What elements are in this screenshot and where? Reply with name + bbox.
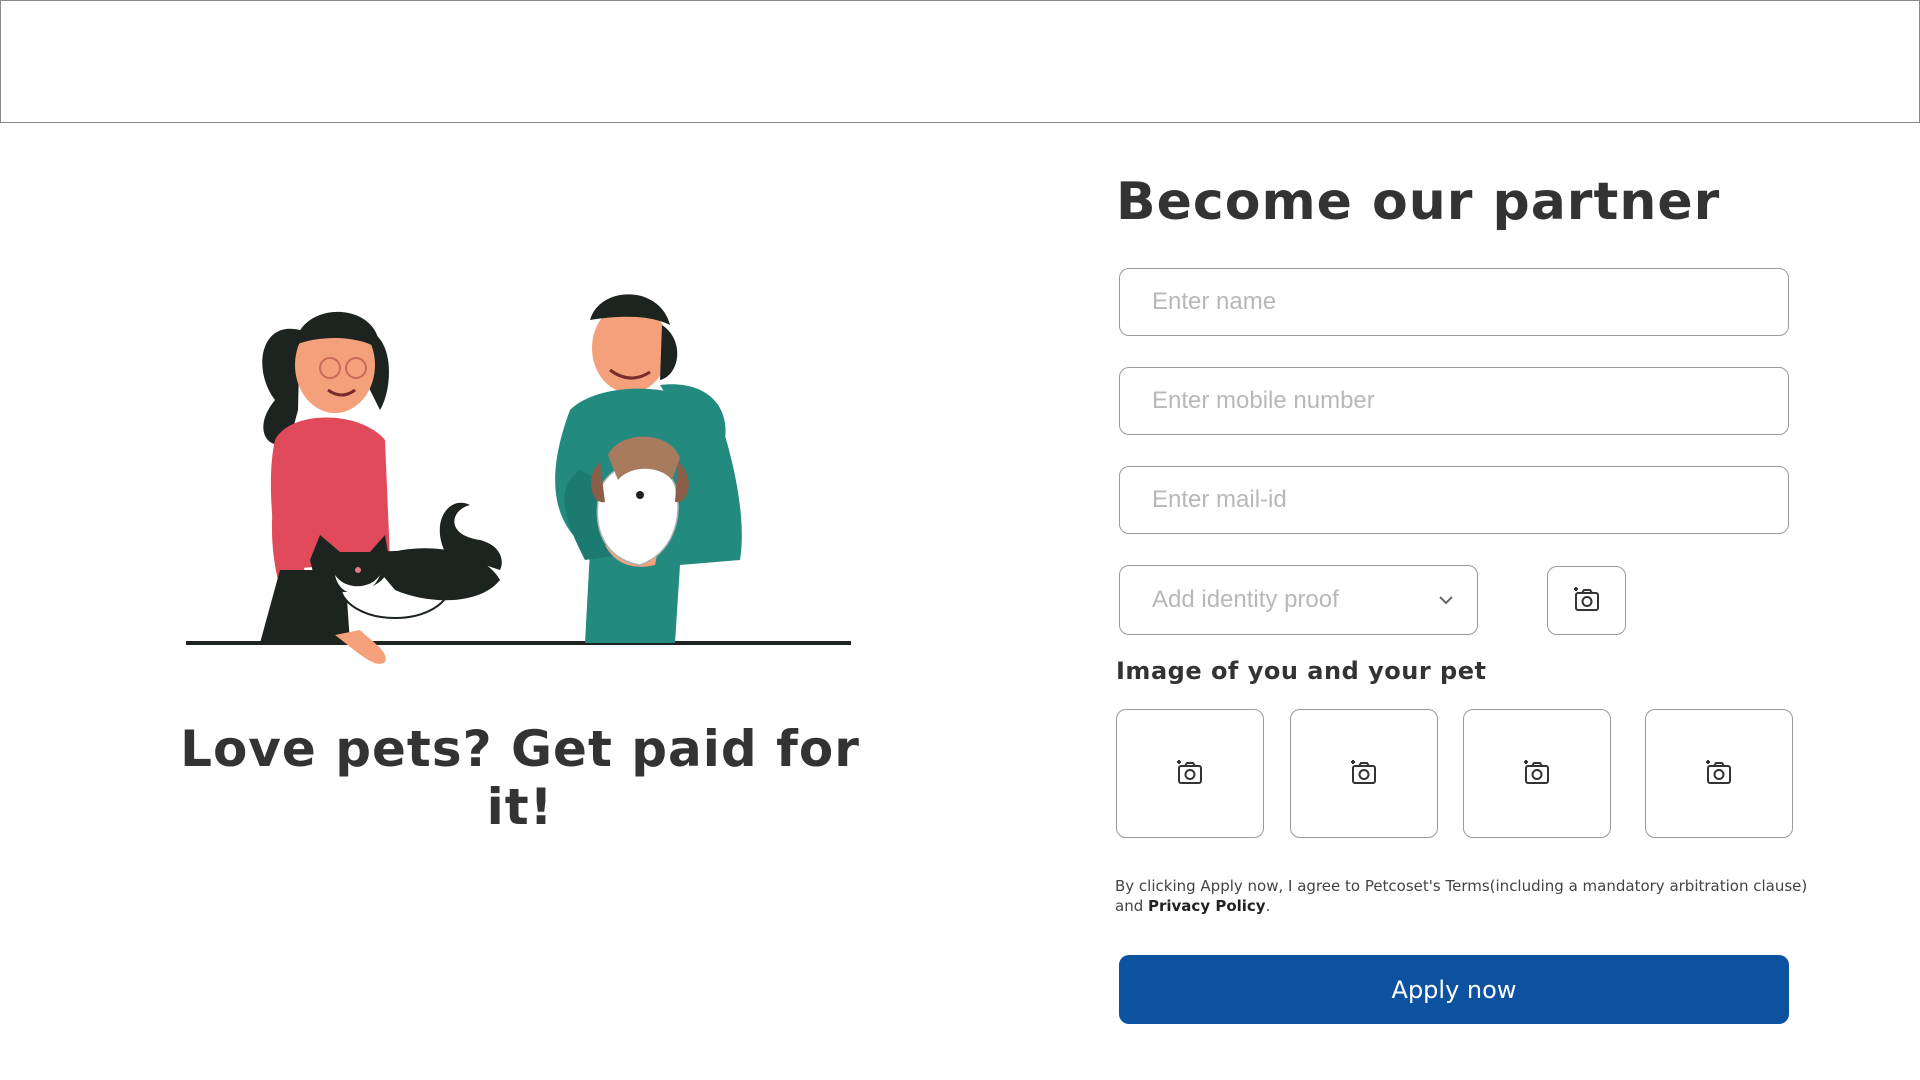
pet-image-upload-slot-2[interactable] bbox=[1290, 709, 1438, 838]
apply-now-button[interactable]: Apply now bbox=[1119, 955, 1789, 1024]
illustration-tagline: Love pets? Get paid for it! bbox=[180, 720, 860, 836]
terms-notice: By clicking Apply now, I agree to Petcos… bbox=[1115, 876, 1815, 916]
identity-proof-select[interactable]: Add identity proof bbox=[1119, 565, 1478, 635]
people-with-pets-illustration bbox=[186, 294, 851, 664]
form-title: Become our partner bbox=[1116, 172, 1721, 232]
pet-image-upload-slot-3[interactable] bbox=[1463, 709, 1611, 838]
privacy-policy-link[interactable]: Privacy Policy bbox=[1148, 897, 1266, 915]
mobile-number-input[interactable] bbox=[1119, 367, 1789, 435]
pet-image-upload-slot-1[interactable] bbox=[1116, 709, 1264, 838]
pet-images-label: Image of you and your pet bbox=[1116, 657, 1487, 685]
name-input[interactable] bbox=[1119, 268, 1789, 336]
email-input[interactable] bbox=[1119, 466, 1789, 534]
pet-image-upload-slot-4[interactable] bbox=[1645, 709, 1793, 838]
camera-add-icon bbox=[1522, 758, 1552, 790]
chevron-down-icon bbox=[1437, 591, 1455, 610]
camera-add-icon bbox=[1572, 585, 1602, 617]
identity-proof-upload-button[interactable] bbox=[1547, 566, 1626, 635]
camera-add-icon bbox=[1175, 758, 1205, 790]
camera-add-icon bbox=[1704, 758, 1734, 790]
terms-suffix: . bbox=[1265, 897, 1271, 915]
top-header-bar bbox=[0, 0, 1920, 123]
camera-add-icon bbox=[1349, 758, 1379, 790]
identity-proof-select-value: Add identity proof bbox=[1152, 586, 1339, 613]
